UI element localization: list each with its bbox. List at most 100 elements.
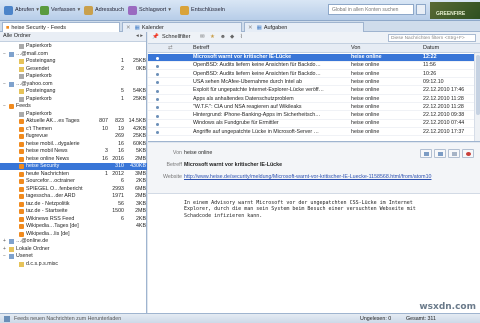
message-subject: Microsoft warnt vor kritischer IE-Lücke [193,54,292,60]
column-subject[interactable]: Betreff [193,45,209,51]
twisty-icon[interactable]: − [3,81,6,88]
message-row[interactable]: "W.T.F.": CIA und NSA reagieren auf Wiki… [148,104,480,112]
close-icon[interactable]: ✕ [248,25,253,31]
folder-row[interactable]: − …@yahoo.com [0,81,147,88]
folder-size: 2MB [135,155,146,162]
unread-filter-icon[interactable]: ✉ [200,34,205,40]
archive-button[interactable] [448,149,460,158]
folder-row[interactable]: − …@mail.com [0,51,147,58]
attachment-filter-icon[interactable]: ⌇ [240,34,243,40]
folder-row[interactable]: Wikipedia…Tages [de] 4KB [0,223,147,230]
tab-calendar[interactable]: ✕ ▦ Kalender [122,22,242,32]
search-icon[interactable] [416,4,426,15]
online-status-icon[interactable] [4,315,10,322]
forward-button[interactable] [434,149,446,158]
folder-row[interactable]: Posteingang 5 54KB [0,88,147,95]
compose-button[interactable]: Verfassen ▾ [40,3,80,17]
message-date: 22.12.2010 17:46 [423,87,465,94]
folder-row[interactable]: tagesscha…der ARD 1971 2MB [0,193,147,200]
delete-button[interactable] [462,149,474,158]
folder-row[interactable]: Posteingang 1 25KB [0,58,147,65]
from-value[interactable]: heise online [184,150,212,156]
mail-icon [9,81,14,87]
close-icon[interactable]: ✕ [126,25,131,31]
read-status-icon[interactable] [156,98,159,101]
twisty-icon[interactable]: + [3,246,6,253]
contact-filter-icon[interactable]: ☻ [220,34,226,40]
message-row[interactable]: Angriffe auf ungepatchte Lücke in Micros… [148,129,480,137]
folder-row[interactable]: heise Security 310 430KB [0,163,147,171]
get-mail-icon [4,5,13,15]
tag-button[interactable]: Schlagwort ▾ [128,3,171,17]
tab-feeds[interactable]: ■ heise Security - Feeds [2,22,120,32]
twisty-icon[interactable]: + [3,238,6,245]
tag-filter-icon[interactable]: ◆ [230,34,234,40]
folder-size: 25KB [133,133,146,139]
thread-icon[interactable]: ⇄ [168,45,173,51]
folder-row[interactable]: flugrevue 269 25KB [0,133,147,140]
message-from: heise online [351,62,380,69]
folder-row[interactable]: Papierkorb [0,111,147,118]
filter-input[interactable]: Diese Nachrichten filtern <Strg+F> [388,34,476,42]
folder-row[interactable]: + Lokale Ordner [0,246,147,253]
message-row[interactable]: Microsoft warnt vor kritischer IE-Lücke h… [148,54,480,62]
address-book-button[interactable]: Adressbuch [84,3,124,17]
message-row[interactable]: USA sehen McAfee-Übernahme durch Intel a… [148,79,480,87]
message-row[interactable]: OpenBSD: Audits liefern keine Ansichten … [148,62,480,70]
read-status-icon[interactable] [156,122,159,126]
folder-row[interactable]: SPIEGEL O…fenbericht 2993 6MB [0,186,147,193]
twisty-icon[interactable]: − [3,103,6,110]
twisty-icon[interactable]: − [3,51,6,58]
folder-row[interactable]: Papierkorb [0,73,147,80]
get-mail-button[interactable]: Abrufen ▾ [4,3,39,17]
folder-row[interactable]: + …@online.de [0,238,147,245]
folder-row[interactable]: − Usenet [0,253,147,260]
read-status-icon[interactable] [156,73,159,77]
read-status-icon[interactable] [156,106,159,110]
folder-row[interactable]: heise online News 16 2016 2MB [0,156,147,163]
folder-row[interactable]: Wikipedia…lis [de] [0,231,147,238]
folder-row[interactable]: heute Nachrichten 1 2012 3MB [0,171,147,178]
folder-pane-header[interactable]: Alle Ordner ◂ ▸ [0,32,146,42]
message-row[interactable]: Apps als anhaltendes Datenschutzproblem h… [148,96,480,104]
global-search-input[interactable]: Global in allen Konten suchen [328,4,414,15]
message-list-scrollbar[interactable] [474,53,480,141]
column-from[interactable]: Von [351,45,360,51]
rss-icon [19,179,24,185]
folder-total: 6 [121,215,124,222]
folder-row[interactable]: heise mobil News 3 16 5KB [0,148,147,155]
folder-row[interactable]: heise mobil…dygalerie 16 60KB [0,141,147,148]
twisty-icon[interactable]: − [3,253,6,260]
folder-row[interactable]: Sourcefor…octrainer 6 2KB [0,178,147,185]
read-status-icon[interactable] [156,114,159,118]
folder-row[interactable]: Gesendet 2 0KB [0,66,147,73]
read-status-icon[interactable] [156,131,159,135]
decrypt-button[interactable]: Entschlüsseln [180,3,225,17]
tab-tasks[interactable]: ✕ ▦ Aufgaben [244,22,364,32]
reply-button[interactable] [420,149,432,158]
folder-row[interactable]: Wikinews RSS Feed 6 2KB [0,216,147,223]
read-status-icon[interactable] [156,56,159,60]
folder-row[interactable]: c't Themen 10 19 42KB [0,126,147,133]
star-filter-icon[interactable]: ★ [210,34,215,40]
read-status-icon[interactable] [156,64,159,68]
pin-icon[interactable]: 📌 [152,34,159,40]
message-row[interactable]: OpenBSD: Audits liefern keine Ansichten … [148,71,480,79]
folder-row[interactable]: Aktuelle AK…es Tages 807 823 14.5KB [0,118,147,125]
folder-row[interactable]: Papierkorb [0,43,147,50]
folder-row[interactable]: taz.de - Startseite 1500 2MB [0,208,147,215]
message-from: heise online [351,95,380,102]
message-row[interactable]: Hintergrund: iPhone-Banking-Apps im Sich… [148,112,480,120]
message-row[interactable]: Exploit für ungepatchte Internet-Explore… [148,87,480,95]
read-status-icon[interactable] [156,81,159,85]
folder-row[interactable]: Papierkorb 1 25KB [0,96,147,103]
read-status-icon[interactable] [156,89,159,93]
website-link[interactable]: http://www.heise.de/security/meldung/Mic… [184,174,434,181]
folder-row[interactable]: taz.de - Netzpolitik 56 3KB [0,201,147,208]
folder-row[interactable]: d.c.s.p.s.misc [0,261,147,268]
scrollbar-thumb[interactable] [476,55,480,115]
quick-filter-button[interactable]: Schnellfilter [162,34,190,40]
folder-row[interactable]: − Feeds [0,103,147,110]
message-row[interactable]: Windows als Fundgrube für Ermittler heise… [148,120,480,128]
column-date[interactable]: Datum [423,45,439,51]
